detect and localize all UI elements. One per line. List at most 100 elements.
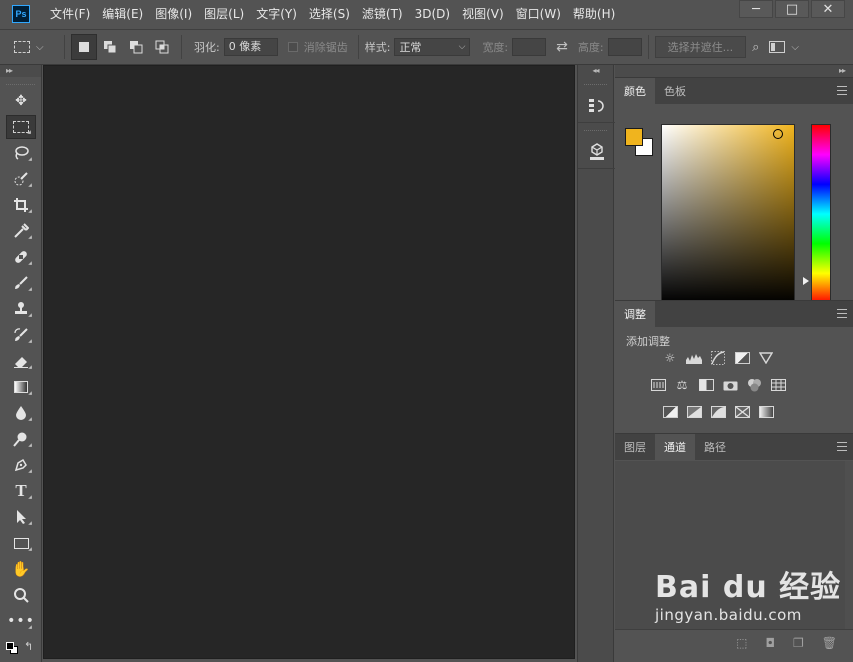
- menu-select[interactable]: 选择(S): [303, 0, 356, 28]
- minimize-button[interactable]: ─: [739, 0, 773, 18]
- new-selection-button[interactable]: [71, 34, 97, 60]
- hue-slider-pointer[interactable]: [803, 277, 809, 285]
- menu-image[interactable]: 图像(I): [149, 0, 198, 28]
- expand-toolbar-icon[interactable]: ▸▸: [0, 65, 41, 77]
- menu-type[interactable]: 文字(Y): [250, 0, 303, 28]
- tab-color[interactable]: 颜色: [615, 78, 655, 104]
- intersect-selection-button[interactable]: [149, 34, 175, 60]
- panel-menu-icon[interactable]: [837, 442, 847, 451]
- layers-channels-paths-panel: 图层 通道 路径 ⬚ ◘ ❐ 🗑: [615, 433, 853, 662]
- menu-view[interactable]: 视图(V): [456, 0, 510, 28]
- gradient-tool[interactable]: [6, 375, 36, 399]
- zoom-tool[interactable]: [6, 583, 36, 607]
- hue-slider[interactable]: [811, 124, 831, 304]
- history-brush-tool[interactable]: [6, 323, 36, 347]
- tab-channels[interactable]: 通道: [655, 434, 695, 460]
- chevron-down-icon[interactable]: ⌵: [791, 42, 799, 53]
- maximize-button[interactable]: □: [775, 0, 809, 18]
- dodge-icon: [13, 432, 27, 447]
- channels-list[interactable]: [615, 461, 845, 629]
- eyedropper-tool[interactable]: [6, 219, 36, 243]
- pen-tool[interactable]: [6, 453, 36, 477]
- close-button[interactable]: ✕: [811, 0, 845, 18]
- hand-tool[interactable]: ✋: [6, 557, 36, 581]
- select-and-mask-button[interactable]: 选择并遮住...: [654, 36, 747, 58]
- history-panel-button[interactable]: [578, 89, 615, 123]
- menu-file[interactable]: 文件(F): [44, 0, 96, 28]
- menu-window[interactable]: 窗口(W): [510, 0, 567, 28]
- color-balance-icon[interactable]: ⚖: [673, 377, 691, 393]
- tab-layers[interactable]: 图层: [615, 434, 655, 460]
- threshold-icon[interactable]: [709, 404, 727, 420]
- type-icon: T: [15, 481, 27, 500]
- collapse-dock-icon[interactable]: ◂◂: [578, 65, 613, 77]
- black-white-icon[interactable]: [697, 377, 715, 393]
- lasso-tool[interactable]: [6, 141, 36, 165]
- rectangle-tool[interactable]: [6, 531, 36, 555]
- panel-menu-icon[interactable]: [837, 86, 847, 95]
- swap-colors-icon[interactable]: ↰: [24, 640, 33, 653]
- panel-menu-icon[interactable]: [837, 309, 847, 318]
- properties-panel-button[interactable]: [578, 135, 615, 169]
- tab-paths[interactable]: 路径: [695, 434, 735, 460]
- eraser-tool[interactable]: [6, 349, 36, 373]
- height-input[interactable]: [607, 38, 642, 56]
- tab-swatches[interactable]: 色板: [655, 78, 695, 104]
- menu-layer[interactable]: 图层(L): [198, 0, 250, 28]
- brush-tool[interactable]: [6, 271, 36, 295]
- edit-toolbar-button[interactable]: •••: [6, 609, 36, 633]
- add-to-selection-button[interactable]: [97, 34, 123, 60]
- menu-help[interactable]: 帮助(H): [567, 0, 621, 28]
- selective-color-icon[interactable]: [733, 404, 751, 420]
- channel-mixer-icon[interactable]: [745, 377, 763, 393]
- dodge-tool[interactable]: [6, 427, 36, 451]
- style-select[interactable]: 正常 ⌵: [394, 38, 471, 56]
- feather-input[interactable]: 0 像素: [223, 38, 278, 56]
- expand-panels-icon[interactable]: ▸▸: [615, 65, 853, 77]
- photo-filter-icon[interactable]: [721, 377, 739, 393]
- dock-grip[interactable]: [584, 125, 607, 131]
- exposure-icon[interactable]: [733, 350, 751, 366]
- blur-tool[interactable]: [6, 401, 36, 425]
- type-tool[interactable]: T: [6, 479, 36, 503]
- healing-brush-tool[interactable]: [6, 245, 36, 269]
- search-icon[interactable]: ⌕: [752, 40, 759, 55]
- clone-stamp-tool[interactable]: [6, 297, 36, 321]
- default-colors-control[interactable]: ↰: [6, 640, 36, 656]
- move-tool[interactable]: ✥: [6, 89, 36, 113]
- levels-icon[interactable]: [685, 350, 703, 366]
- menu-3d[interactable]: 3D(D): [409, 0, 456, 28]
- tool-preset-picker[interactable]: ⌵: [14, 41, 58, 53]
- dock-grip[interactable]: [584, 79, 607, 85]
- vibrance-icon[interactable]: [757, 350, 775, 366]
- workspace-icon[interactable]: [769, 41, 786, 53]
- quick-selection-tool[interactable]: [6, 167, 36, 191]
- invert-icon[interactable]: [661, 404, 679, 420]
- gradient-map-icon[interactable]: [757, 404, 775, 420]
- color-picker-marker[interactable]: [773, 129, 783, 139]
- path-selection-tool[interactable]: [6, 505, 36, 529]
- document-canvas-area[interactable]: [43, 65, 575, 659]
- hue-saturation-icon[interactable]: [649, 377, 667, 393]
- antialias-checkbox[interactable]: [287, 42, 298, 52]
- crop-tool[interactable]: [6, 193, 36, 217]
- rectangular-marquee-tool[interactable]: [6, 115, 36, 139]
- menu-edit[interactable]: 编辑(E): [96, 0, 149, 28]
- toolbar-grip[interactable]: [6, 79, 35, 85]
- channels-scrollbar[interactable]: [845, 461, 853, 629]
- subtract-from-selection-button[interactable]: [123, 34, 149, 60]
- trash-icon[interactable]: 🗑: [822, 636, 837, 650]
- width-input[interactable]: [512, 38, 547, 56]
- menu-filter[interactable]: 滤镜(T): [356, 0, 409, 28]
- saturation-brightness-field[interactable]: [661, 124, 795, 304]
- foreground-color-swatch[interactable]: [625, 128, 643, 146]
- new-channel-icon[interactable]: ❐: [793, 636, 804, 650]
- color-lookup-icon[interactable]: [769, 377, 787, 393]
- brightness-contrast-icon[interactable]: ☼: [661, 350, 679, 366]
- swap-width-height-icon[interactable]: ⇄: [556, 39, 568, 55]
- posterize-icon[interactable]: [685, 404, 703, 420]
- curves-icon[interactable]: [709, 350, 727, 366]
- save-selection-icon[interactable]: ◘: [766, 636, 776, 650]
- load-selection-icon[interactable]: ⬚: [736, 636, 747, 650]
- tab-adjustments[interactable]: 调整: [615, 301, 655, 327]
